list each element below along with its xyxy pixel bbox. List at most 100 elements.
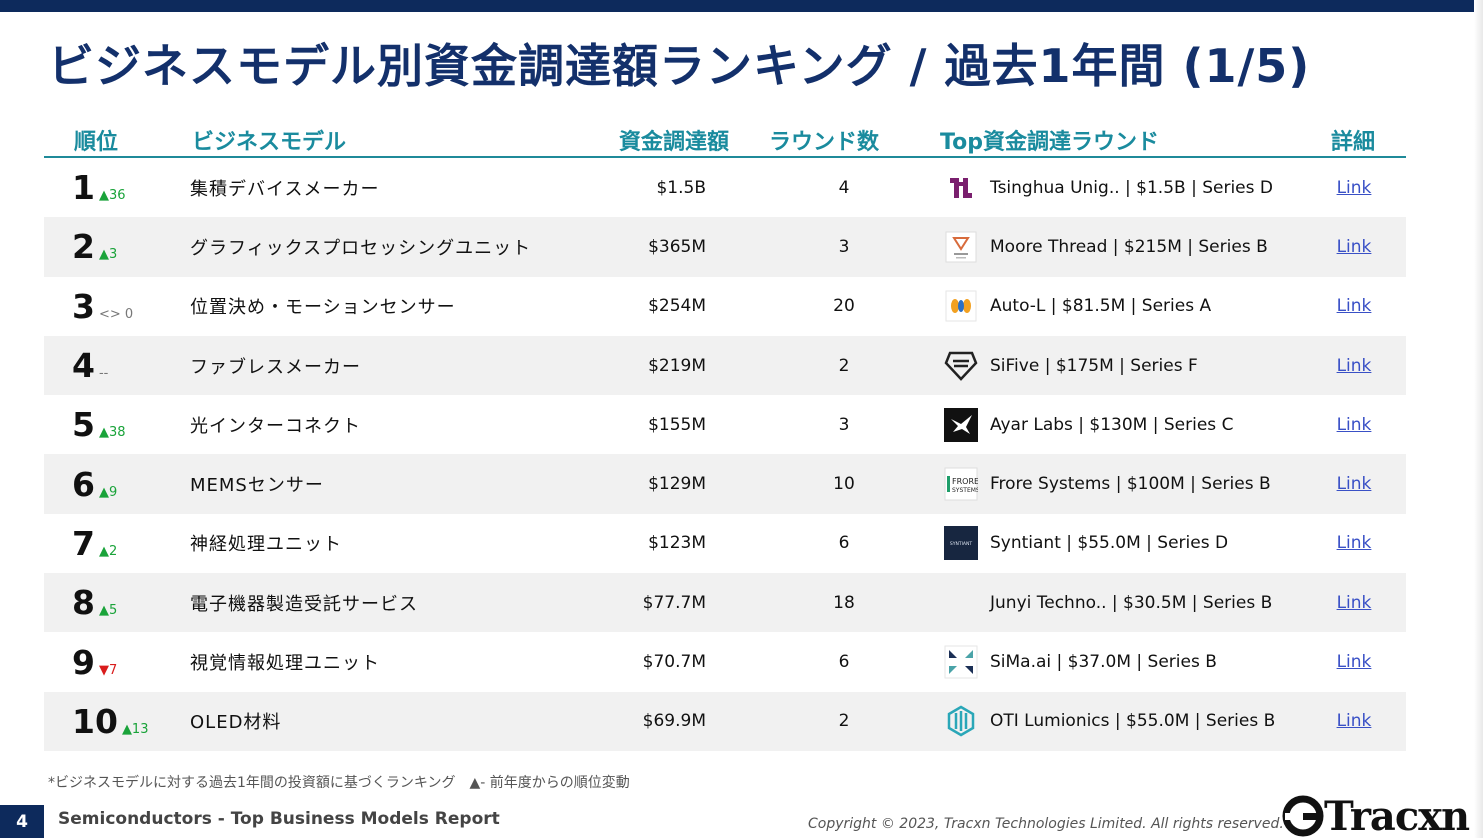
rank-number: 1	[72, 168, 95, 208]
detail-link[interactable]: Link	[1326, 277, 1382, 336]
rank-cell: 3 <> 0	[72, 277, 182, 336]
table-header: 順位 ビジネスモデル 資金調達額 ラウンド数 Top資金調達ラウンド 詳細	[44, 124, 1406, 158]
table-row: 7 ▲2 神経処理ユニット $123M 6 SYNTIANT Syntiant …	[44, 514, 1406, 573]
rank-cell: 9 ▼7	[72, 632, 182, 691]
rank-cell: 6 ▲9	[72, 454, 182, 513]
table-row: 9 ▼7 視覚情報処理ユニット $70.7M 6 SiMa.ai | $37.0…	[44, 632, 1406, 691]
ayar-labs-logo-icon	[944, 407, 978, 442]
rank-change-indicator: ▲9	[98, 484, 118, 500]
header-detail: 詳細	[1331, 130, 1376, 155]
table-body: 1 ▲36 集積デバイスメーカー $1.5B 4 Tsinghua Unig..…	[44, 158, 1406, 751]
funding-amount: $129M	[648, 474, 706, 495]
header-funding-amount: 資金調達額	[619, 130, 730, 155]
sima-ai-logo-icon	[944, 645, 978, 679]
rank-cell: 4 --	[72, 336, 182, 395]
table-row: 3 <> 0 位置決め・モーションセンサー $254M 20 Auto-L | …	[44, 277, 1406, 336]
detail-link[interactable]: Link	[1326, 336, 1382, 395]
rank-number: 4	[72, 346, 95, 386]
ranking-table: 順位 ビジネスモデル 資金調達額 ラウンド数 Top資金調達ラウンド 詳細 1 …	[44, 124, 1406, 751]
detail-link[interactable]: Link	[1326, 632, 1382, 691]
detail-link[interactable]: Link	[1326, 692, 1382, 751]
table-row: 2 ▲3 グラフィックスプロセッシングユニット $365M 3 Moore Th…	[44, 217, 1406, 277]
funding-amount: $365M	[648, 236, 706, 257]
top-round-cell: Junyi Techno.. | $30.5M | Series B	[944, 573, 1324, 632]
top-round-text: OTI Lumionics | $55.0M | Series B	[990, 711, 1276, 732]
top-round-cell: SiFive | $175M | Series F	[944, 336, 1324, 395]
rank-cell: 7 ▲2	[72, 514, 182, 573]
table-row: 4 -- ファブレスメーカー $219M 2 SiFive | $175M | …	[44, 335, 1406, 396]
footnote: *ビジネスモデルに対する過去1年間の投資額に基づくランキング ▲- 前年度からの…	[48, 775, 630, 791]
header-rank: 順位	[74, 130, 119, 155]
top-round-text: Moore Thread | $215M | Series B	[990, 236, 1268, 257]
rank-number: 5	[72, 405, 95, 445]
rank-change-indicator: --	[98, 366, 109, 382]
round-count: 2	[838, 355, 850, 376]
header-business-model: ビジネスモデル	[192, 130, 347, 155]
moore-thread-logo-icon	[944, 230, 978, 264]
rank-number: 3	[72, 286, 95, 326]
top-round-text: Syntiant | $55.0M | Series D	[990, 533, 1229, 554]
report-name: Semiconductors - Top Business Models Rep…	[58, 809, 500, 829]
oti-lumionics-logo-icon	[944, 704, 978, 738]
auto-l-logo-icon	[944, 289, 978, 323]
rank-cell: 8 ▲5	[72, 573, 182, 632]
detail-link[interactable]: Link	[1326, 217, 1382, 276]
table-row: 5 ▲38 光インターコネクト $155M 3 Ayar Labs | $130…	[44, 395, 1406, 454]
top-round-cell: Ayar Labs | $130M | Series C	[944, 395, 1324, 454]
rank-cell: 2 ▲3	[72, 217, 182, 276]
rank-change-indicator: ▲13	[121, 721, 149, 737]
round-count: 3	[838, 236, 850, 257]
round-count: 18	[833, 592, 855, 613]
brand-name: Tracxn	[1324, 792, 1470, 838]
top-round-text: SiMa.ai | $37.0M | Series B	[990, 652, 1217, 673]
right-edge-shadow	[1474, 0, 1483, 838]
rank-cell: 10 ▲13	[72, 692, 182, 751]
table-row: 8 ▲5 電子機器製造受託サービス $77.7M 18 Junyi Techno…	[44, 573, 1406, 633]
company-logo-placeholder	[944, 586, 978, 620]
top-round-text: Tsinghua Unig.. | $1.5B | Series D	[990, 177, 1273, 198]
svg-text:FRORE: FRORE	[952, 477, 978, 486]
rank-change-indicator: ▲3	[98, 247, 118, 263]
rank-number: 10	[72, 701, 118, 741]
rank-number: 2	[72, 227, 95, 267]
business-model-name: 集積デバイスメーカー	[190, 178, 380, 200]
round-count: 6	[838, 652, 850, 673]
rank-number: 8	[72, 583, 95, 623]
tracxn-brand: Tracxn	[1282, 792, 1470, 838]
top-round-cell: OTI Lumionics | $55.0M | Series B	[944, 692, 1324, 751]
svg-text:SYNTIANT: SYNTIANT	[950, 541, 972, 547]
sifive-logo-icon	[944, 349, 978, 383]
funding-amount: $155M	[648, 414, 706, 435]
business-model-name: OLED材料	[190, 712, 282, 734]
funding-amount: $123M	[648, 533, 706, 554]
business-model-name: グラフィックスプロセッシングユニット	[190, 237, 532, 259]
funding-amount: $254M	[648, 296, 706, 317]
header-top-round: Top資金調達ラウンド	[940, 130, 1159, 155]
svg-text:SYSTEMS: SYSTEMS	[952, 487, 978, 494]
top-accent-bar	[0, 0, 1483, 12]
detail-link[interactable]: Link	[1326, 395, 1382, 454]
detail-link[interactable]: Link	[1326, 454, 1382, 513]
detail-link[interactable]: Link	[1326, 158, 1382, 217]
top-round-cell: Auto-L | $81.5M | Series A	[944, 277, 1324, 336]
rank-change-indicator: ▲36	[98, 188, 126, 204]
copyright-notice: Copyright © 2023, Tracxn Technologies Li…	[808, 816, 1284, 832]
top-round-cell: SiMa.ai | $37.0M | Series B	[944, 632, 1324, 691]
business-model-name: MEMSセンサー	[190, 475, 324, 497]
funding-amount: $219M	[648, 355, 706, 376]
funding-amount: $69.9M	[642, 711, 706, 732]
rank-change-indicator: ▲38	[98, 425, 126, 441]
round-count: 3	[838, 414, 850, 435]
round-count: 2	[838, 711, 850, 732]
detail-link[interactable]: Link	[1326, 573, 1382, 632]
business-model-name: 神経処理ユニット	[190, 534, 342, 556]
round-count: 6	[838, 533, 850, 554]
tsinghua-logo-icon	[944, 171, 978, 205]
detail-link[interactable]: Link	[1326, 514, 1382, 573]
top-round-text: Auto-L | $81.5M | Series A	[990, 296, 1212, 317]
top-round-text: Ayar Labs | $130M | Series C	[990, 414, 1234, 435]
round-count: 10	[833, 474, 855, 495]
top-round-cell: SYNTIANT Syntiant | $55.0M | Series D	[944, 514, 1324, 573]
table-row: 6 ▲9 MEMSセンサー $129M 10 FRORE SYSTEMS Fror…	[44, 454, 1406, 514]
rank-change-indicator: ▲2	[98, 543, 118, 559]
